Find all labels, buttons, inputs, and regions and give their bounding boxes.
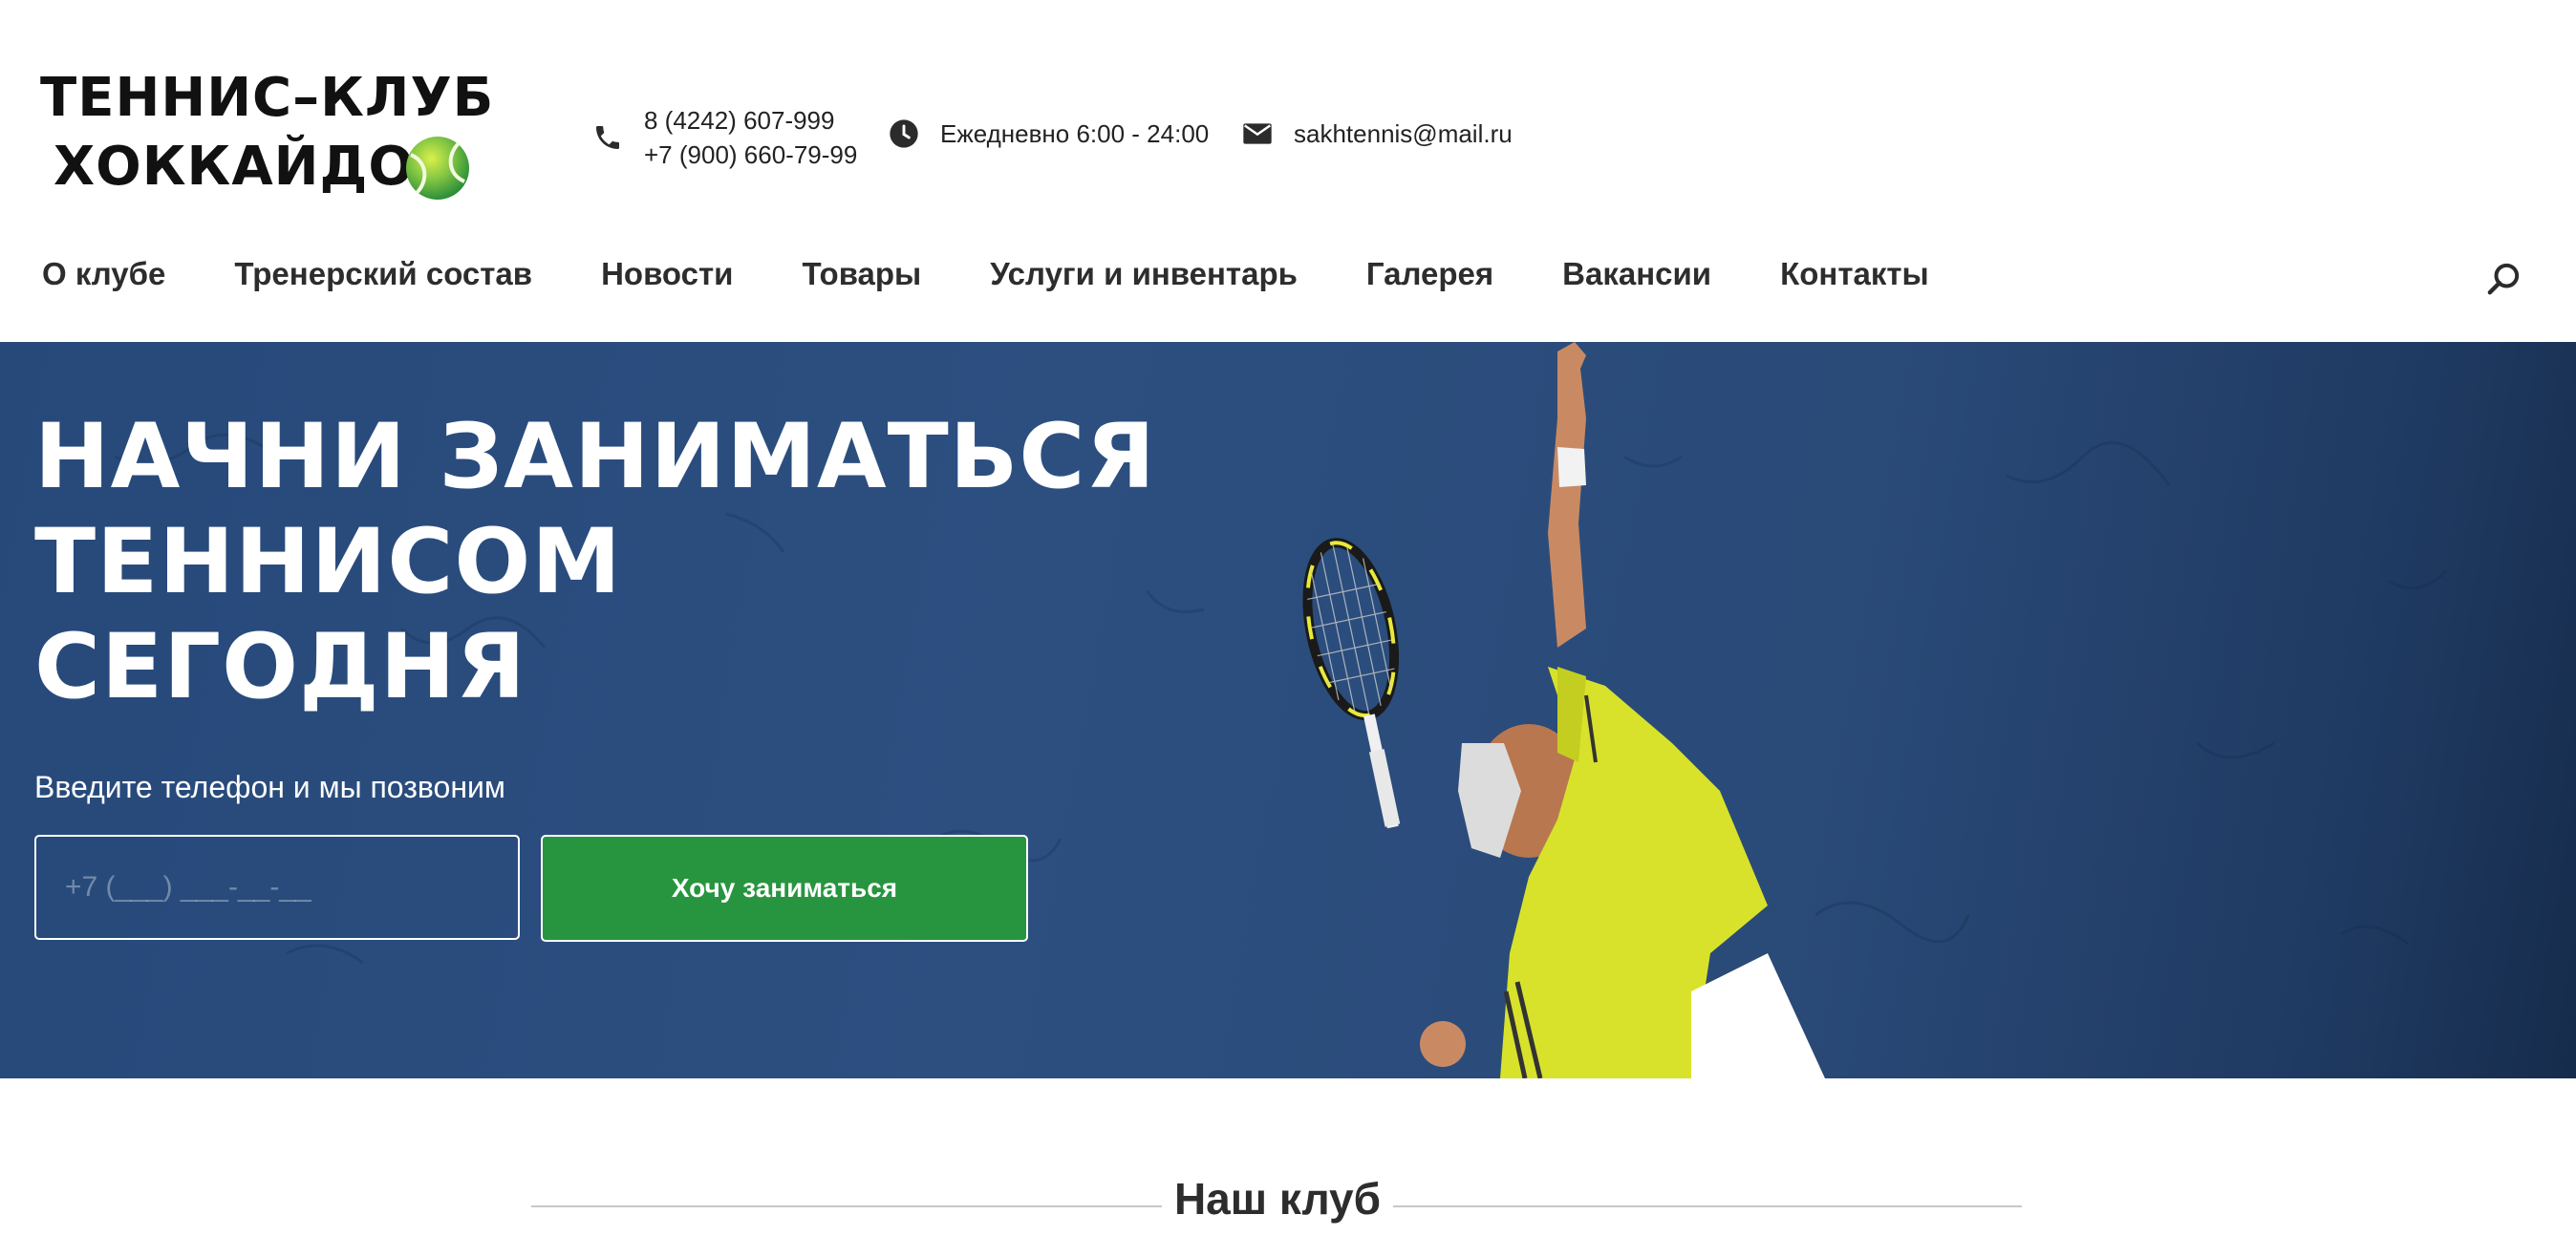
working-hours: Ежедневно 6:00 - 24:00 [940, 118, 1210, 148]
tennis-ball-icon [406, 137, 469, 200]
hero-title-line-3: СЕГОДНЯ [34, 615, 526, 719]
hero-banner: НАЧНИ ЗАНИМАТЬСЯ ТЕННИСОМ СЕГОДНЯ Введит… [0, 342, 2576, 1078]
nav-item-news[interactable]: Новости [601, 256, 733, 292]
section-header: Наш клуб [531, 1173, 2022, 1230]
nav-item-contacts[interactable]: Контакты [1780, 256, 1929, 292]
contact-hours: Ежедневно 6:00 - 24:00 [889, 118, 1209, 149]
nav-item-coaches[interactable]: Тренерский состав [234, 256, 532, 292]
clock-icon [890, 119, 918, 148]
phone-input[interactable] [34, 835, 520, 940]
email-link[interactable]: sakhtennis@mail.ru [1294, 119, 1513, 149]
phone-number-2[interactable]: +7 (900) 660-79-99 [644, 138, 857, 172]
hero-title: НАЧНИ ЗАНИМАТЬСЯ ТЕННИСОМ СЕГОДНЯ [34, 405, 1156, 720]
phone-icon [596, 126, 619, 149]
contact-phone[interactable]: 8 (4242) 607-999 +7 (900) 660-79-99 [592, 103, 857, 172]
hero-subtitle: Введите телефон и мы позвоним [34, 770, 505, 804]
nav-item-vacancies[interactable]: Вакансии [1562, 256, 1711, 292]
section-title: Наш клуб [1173, 1174, 1382, 1224]
nav-item-products[interactable]: Товары [802, 256, 921, 292]
section-divider-left [531, 1205, 1162, 1207]
site-header: ТЕННИС–КЛУБ ХОККАЙДО 8 (4242) 607-999 +7… [0, 0, 2576, 342]
nav-item-services[interactable]: Услуги и инвентарь [990, 256, 1298, 292]
logo[interactable]: ТЕННИС–КЛУБ ХОККАЙДО [38, 67, 493, 210]
nav-item-gallery[interactable]: Галерея [1366, 256, 1493, 292]
logo-text-line2: ХОККАЙДО [54, 136, 416, 198]
contact-email[interactable]: sakhtennis@mail.ru [1242, 118, 1513, 149]
section-divider-right [1393, 1205, 2022, 1207]
envelope-icon [1243, 123, 1272, 144]
hero-title-line-1: НАЧНИ ЗАНИМАТЬСЯ [34, 405, 1156, 509]
tennis-player-illustration [1302, 342, 1825, 1078]
logo-text-line1: ТЕННИС–КЛУБ [40, 67, 495, 129]
nav-item-about[interactable]: О клубе [42, 256, 165, 292]
main-nav: О клубе Тренерский состав Новости Товары… [42, 256, 1998, 292]
start-training-button[interactable]: Хочу заниматься [541, 835, 1028, 942]
hero-title-line-2: ТЕННИСОМ [34, 510, 622, 614]
search-icon[interactable] [2484, 260, 2522, 298]
phone-number-1[interactable]: 8 (4242) 607-999 [644, 103, 857, 138]
